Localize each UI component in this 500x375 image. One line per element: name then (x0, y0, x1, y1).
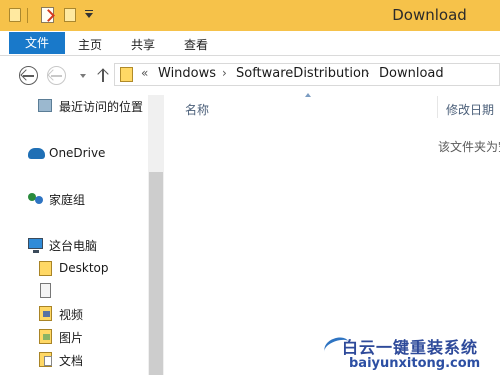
nav-item-label: 视频 (59, 308, 84, 322)
new-folder-icon[interactable] (64, 8, 76, 22)
breadcrumb-softwaredistribution[interactable]: SoftwareDistribution (236, 66, 369, 81)
nav-item-label: Desktop (59, 261, 109, 275)
breadcrumb-windows[interactable]: Windows (158, 66, 216, 81)
watermark-url: baiyunxitong.com (349, 356, 481, 371)
nav-item-recent-places[interactable]: 最近访问的位置 (0, 98, 148, 116)
toolbar-separator (27, 8, 28, 23)
homegroup-icon (28, 191, 44, 205)
tab-file[interactable]: 文件 (9, 32, 65, 54)
window-title: Download (392, 6, 467, 24)
window-title-wrap: Download (300, 6, 500, 24)
forward-button[interactable] (47, 66, 66, 85)
nav-item-desktop[interactable]: Desktop (0, 261, 148, 279)
breadcrumb-separator[interactable]: › (365, 66, 370, 80)
nav-item-documents[interactable]: 文档 (0, 352, 148, 370)
nav-item-label: 图片 (59, 331, 84, 345)
document-icon (40, 283, 51, 298)
back-button[interactable] (19, 66, 38, 85)
breadcrumb-separator[interactable]: › (222, 66, 227, 80)
up-arrow-icon[interactable] (97, 66, 109, 84)
nav-pane-scrollbar-thumb[interactable] (149, 172, 163, 375)
ribbon-tab-bar (0, 31, 500, 56)
back-arrow-icon (23, 75, 34, 77)
documents-folder-icon (39, 352, 52, 367)
nav-item-label: 这台电脑 (49, 239, 98, 253)
tab-share[interactable]: 共享 (131, 36, 155, 53)
column-header-date-modified[interactable]: 修改日期 (446, 101, 494, 118)
nav-item-homegroup[interactable]: 家庭组 (0, 191, 148, 209)
nav-item-label: 最近访问的位置 (59, 100, 144, 114)
recent-locations-dropdown-icon[interactable] (80, 74, 86, 78)
breadcrumb-download[interactable]: Download (379, 66, 444, 81)
folder-icon (39, 261, 52, 276)
videos-folder-icon (39, 306, 52, 321)
breadcrumb-overflow[interactable]: « (141, 66, 148, 80)
properties-icon[interactable] (41, 7, 54, 23)
watermark-title: 白云一键重装系统 (342, 338, 479, 357)
nav-item-this-pc[interactable]: 这台电脑 (0, 237, 148, 255)
file-list-pane[interactable] (164, 95, 500, 375)
nav-item-videos[interactable]: 视频 (0, 306, 148, 324)
column-divider[interactable] (437, 96, 438, 118)
recent-places-icon (38, 99, 52, 112)
tab-home[interactable]: 主页 (78, 36, 102, 53)
sort-ascending-icon (305, 93, 311, 97)
address-folder-icon (120, 67, 133, 82)
onedrive-icon (28, 148, 45, 159)
column-header-name[interactable]: 名称 (185, 101, 209, 118)
tab-view[interactable]: 查看 (184, 36, 208, 53)
pictures-folder-icon (39, 329, 52, 344)
empty-folder-message: 该文件夹为空。 (438, 140, 500, 154)
customize-quick-access-dropdown-icon[interactable] (84, 10, 94, 20)
forward-arrow-icon (51, 75, 62, 77)
nav-item-document[interactable] (0, 283, 148, 301)
nav-item-onedrive[interactable]: OneDrive (0, 146, 148, 164)
nav-item-label: 文档 (59, 354, 84, 368)
folder-icon (9, 8, 21, 22)
nav-item-label: 家庭组 (49, 193, 86, 207)
nav-item-pictures[interactable]: 图片 (0, 329, 148, 347)
this-pc-icon (28, 238, 43, 253)
nav-item-label: OneDrive (49, 146, 106, 160)
